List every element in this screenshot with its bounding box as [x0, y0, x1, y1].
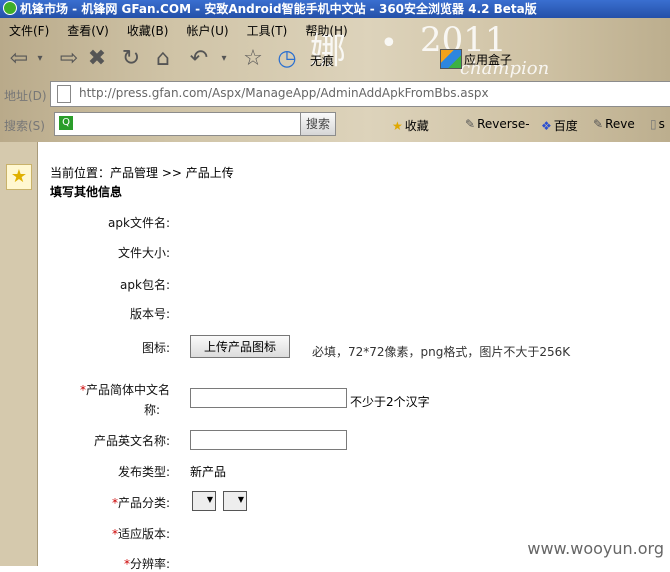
menu-favorites[interactable]: 收藏(B) [118, 20, 178, 42]
release-type-value: 新产品 [190, 465, 227, 479]
nav-toolbar: ⇦ ▾ ⇨ ✖ ↻ ⌂ ↶ ▾ ☆ ◷ [0, 44, 670, 76]
menu-file[interactable]: 文件(F) [0, 20, 58, 42]
address-row: 地址(D) http://press.gfan.com/Aspx/ManageA… [0, 80, 670, 108]
menu-tools[interactable]: 工具(T) [238, 20, 297, 42]
fav-label: s [658, 117, 665, 131]
fav-item-reverse-2[interactable]: ✎ Reve [593, 117, 635, 131]
search-button[interactable]: 搜索 [300, 112, 336, 136]
label-cn-name-suffix: 称: [143, 403, 160, 417]
label-release-type: 发布类型: [117, 465, 170, 479]
undo-dropdown-icon[interactable]: ▾ [218, 46, 230, 72]
label-en-name: 产品英文名称: [93, 434, 170, 448]
fav-label: 百度 [553, 119, 578, 133]
page-icon [57, 85, 71, 103]
app-box-label: 应用盒子 [464, 53, 513, 67]
bookmark-icon: ✎ [465, 117, 476, 131]
fav-item-reverse-1[interactable]: ✎ Reverse- [465, 117, 530, 131]
address-label: 地址(D) [4, 89, 47, 103]
left-sidebar: ★ [0, 142, 38, 566]
menu-bar: 文件(F) 查看(V) 收藏(B) 帐户(U) 工具(T) 帮助(H) [0, 20, 357, 42]
browser-chrome: 娜 • 2011 champion 文件(F) 查看(V) 收藏(B) 帐户(U) 工具… [0, 18, 670, 142]
section-title: 填写其他信息 [50, 185, 123, 199]
breadcrumb: 当前位置：产品管理 >> 产品上传 [50, 166, 234, 180]
category-select-1[interactable] [192, 491, 216, 511]
label-compat-version-text: 适应版本: [117, 527, 170, 541]
browser-logo-icon [3, 1, 17, 15]
label-apk-filename: apk文件名: [108, 216, 170, 230]
forward-icon[interactable]: ⇨ [56, 46, 82, 72]
search-row: 搜索(S) Q 搜索 ★ 收藏 ✎ Reverse- ❖ 百度 ✎ Reve ▯ s [0, 110, 670, 140]
fav-item-s[interactable]: ▯ s [650, 117, 665, 131]
label-resolution: *分辨率: [124, 555, 170, 572]
cn-name-hint: 不少于2个汉字 [350, 395, 430, 409]
bookmark-icon: ✎ [593, 117, 604, 131]
menu-view[interactable]: 查看(V) [58, 20, 118, 42]
back-icon[interactable]: ⇦ [6, 46, 32, 72]
watermark: www.wooyun.org [527, 539, 664, 558]
undo-close-icon[interactable]: ↶ [186, 46, 212, 72]
search-label: 搜索(S) [4, 119, 45, 133]
en-name-input[interactable] [190, 430, 347, 450]
label-cn-name-text: 产品简体中文名 [85, 383, 170, 397]
menu-help[interactable]: 帮助(H) [296, 20, 356, 42]
label-version: 版本号: [129, 307, 170, 321]
label-category: *产品分类: [112, 494, 170, 511]
menu-account[interactable]: 帐户(U) [177, 20, 237, 42]
app-box-icon [440, 49, 462, 69]
page-content: 当前位置：产品管理 >> 产品上传 填写其他信息 apk文件名: 文件大小: a… [38, 142, 670, 571]
history-clock-icon[interactable]: ◷ [274, 46, 300, 72]
refresh-icon[interactable]: ↻ [118, 46, 144, 72]
label-icon: 图标: [141, 341, 170, 355]
category-select-2[interactable] [223, 491, 247, 511]
label-resolution-text: 分辨率: [129, 557, 170, 571]
fav-item-baidu[interactable]: ❖ 百度 [541, 117, 578, 134]
label-cn-name: *产品简体中文名 [80, 381, 170, 398]
upload-icon-button[interactable]: 上传产品图标 [190, 335, 290, 358]
star-icon: ★ [392, 119, 403, 133]
fav-label: Reve [605, 117, 635, 131]
incognito-label[interactable]: 无痕 [310, 52, 334, 69]
back-dropdown-icon[interactable]: ▾ [34, 46, 46, 72]
label-apk-package: apk包名: [120, 278, 170, 292]
sidebar-favorites-icon[interactable]: ★ [6, 164, 32, 190]
home-icon[interactable]: ⌂ [150, 46, 176, 72]
window-title: 机锋市场 - 机锋网 GFan.COM - 安致Android智能手机中文站 -… [20, 2, 537, 16]
address-bar[interactable]: http://press.gfan.com/Aspx/ManageApp/Adm… [50, 81, 670, 107]
cn-name-input[interactable] [190, 388, 347, 408]
search-input[interactable]: Q [54, 112, 302, 136]
stop-icon[interactable]: ✖ [84, 46, 110, 72]
page-icon: ▯ [650, 117, 657, 131]
upload-hint: 必填，72*72像素，png格式，图片不大于256K [312, 345, 571, 359]
fav-label: 收藏 [404, 119, 429, 133]
title-bar: 机锋市场 - 机锋网 GFan.COM - 安致Android智能手机中文站 -… [0, 0, 670, 18]
fav-label: Reverse- [477, 117, 530, 131]
baidu-icon: ❖ [541, 119, 552, 133]
label-compat-version: *适应版本: [112, 525, 170, 542]
search-engine-icon[interactable]: Q [59, 116, 73, 130]
favorite-star-icon[interactable]: ☆ [240, 46, 266, 72]
app-box-button[interactable]: 应用盒子 [440, 48, 512, 72]
address-url[interactable]: http://press.gfan.com/Aspx/ManageApp/Adm… [79, 86, 489, 100]
label-category-text: 产品分类: [117, 496, 170, 510]
favorites-menu[interactable]: ★ 收藏 [392, 117, 429, 134]
label-file-size: 文件大小: [117, 246, 170, 260]
